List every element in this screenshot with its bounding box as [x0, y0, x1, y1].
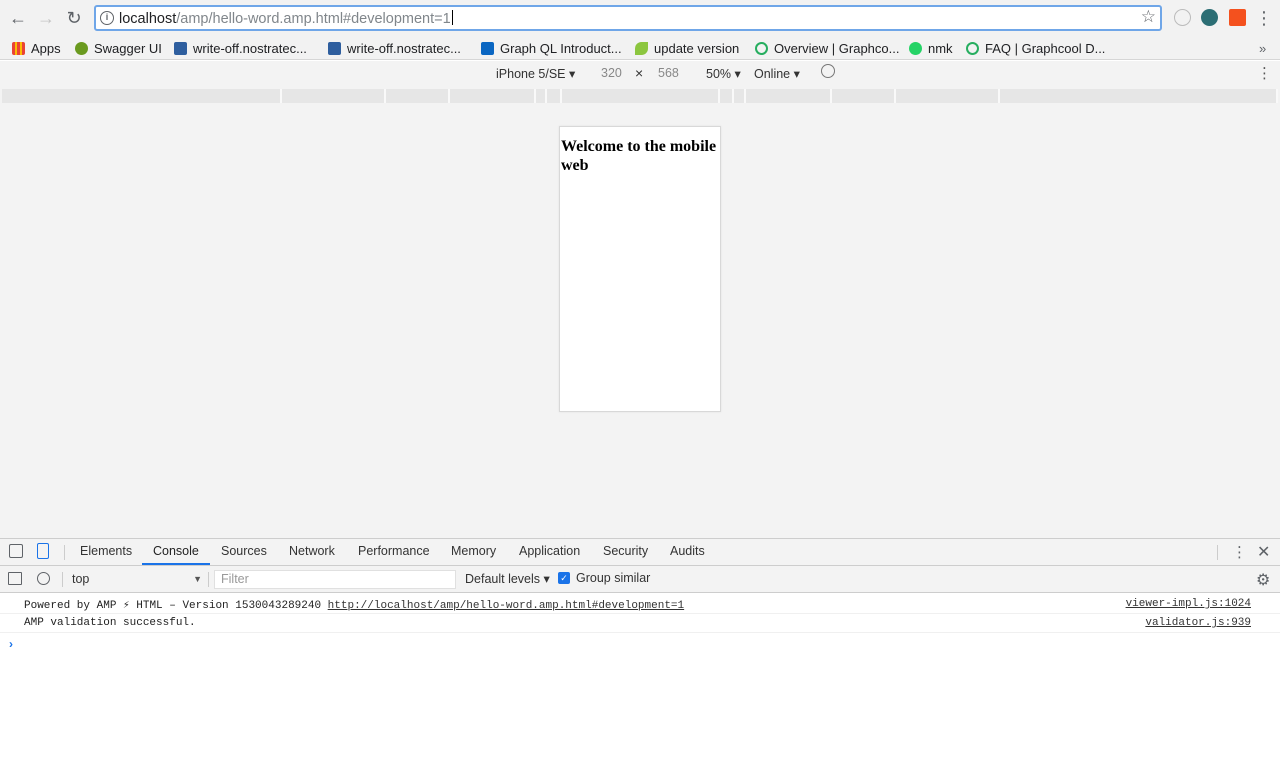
tab-performance[interactable]: Performance	[358, 544, 430, 558]
forward-icon[interactable]: →	[34, 6, 58, 30]
sidebar-toggle-icon[interactable]	[8, 572, 22, 585]
devtools-tab-bar: Elements Console Sources Network Perform…	[0, 539, 1280, 566]
context-select[interactable]: top ▼	[66, 570, 206, 588]
site-info-icon[interactable]: i	[100, 11, 114, 25]
graphcool-icon	[755, 41, 768, 55]
bookmark-graphql[interactable]: Graph QL Introduct...	[481, 39, 622, 57]
bookmark-faq-graphcool[interactable]: FAQ | Graphcool D...	[966, 39, 1105, 57]
network-throttle-select[interactable]: Online ▾	[754, 66, 800, 81]
log-url-link[interactable]: http://localhost/amp/hello-word.amp.html…	[328, 600, 684, 612]
bookmark-apps[interactable]: Apps	[12, 39, 61, 57]
device-select[interactable]: iPhone 5/SE ▾	[496, 66, 575, 81]
bookmarks-bar: Apps Swagger UI write-off.nostratec... w…	[0, 36, 1280, 60]
device-viewport-area: Welcome to the mobile web	[0, 105, 1280, 538]
zoom-select[interactable]: 50% ▾	[706, 66, 741, 81]
bookmark-nmk[interactable]: nmk	[909, 39, 953, 57]
viewport-height-input[interactable]: 568	[658, 66, 679, 80]
swagger-icon	[75, 41, 88, 55]
back-icon[interactable]: ←	[6, 6, 30, 30]
rotate-icon[interactable]	[821, 64, 835, 78]
tab-elements[interactable]: Elements	[80, 544, 132, 558]
reload-icon[interactable]: ↻	[62, 6, 86, 30]
bookmark-star-icon[interactable]: ☆	[1141, 7, 1156, 27]
log-source-link[interactable]: validator.js:939	[1145, 617, 1251, 629]
console-prompt-icon[interactable]: ›	[9, 637, 13, 651]
bookmark-update-version[interactable]: update version	[635, 39, 739, 57]
bookmark-favicon-icon	[328, 41, 341, 55]
bookmark-favicon-icon	[174, 41, 187, 55]
tab-audits[interactable]: Audits	[670, 544, 705, 558]
devtools-menu-icon[interactable]: ⋮	[1232, 543, 1247, 561]
bookmark-swagger[interactable]: Swagger UI	[75, 39, 162, 57]
graphcool-icon	[966, 41, 979, 55]
console-message: AMP validation successful. validator.js:…	[0, 614, 1280, 633]
console-settings-gear-icon[interactable]: ⚙	[1256, 570, 1270, 590]
bookmark-write-off-1[interactable]: write-off.nostratec...	[174, 39, 307, 57]
tab-console[interactable]: Console	[153, 544, 199, 558]
tab-security[interactable]: Security	[603, 544, 648, 558]
clear-console-icon[interactable]	[37, 572, 50, 585]
device-viewport[interactable]: Welcome to the mobile web	[559, 126, 721, 412]
page-heading: Welcome to the mobile web	[561, 138, 717, 174]
browser-toolbar: ← → ↻ i localhost/amp/hello-word.amp.htm…	[0, 0, 1280, 36]
console-toolbar: top ▼ Filter Default levels ▾ ✓ Group sim…	[0, 566, 1280, 593]
device-toolbar-menu-icon[interactable]: ⋮	[1257, 64, 1272, 82]
bookmark-write-off-2[interactable]: write-off.nostratec...	[328, 39, 461, 57]
log-source-link[interactable]: viewer-impl.js:1024	[1126, 598, 1251, 610]
extension-icon[interactable]	[1229, 9, 1246, 26]
linkedin-icon	[481, 41, 494, 55]
apps-grid-icon	[12, 41, 25, 55]
tab-application[interactable]: Application	[519, 544, 580, 558]
whatsapp-icon	[909, 41, 922, 55]
console-message: Powered by AMP ⚡ HTML – Version 15300432…	[0, 595, 1280, 614]
media-query-bar[interactable]	[0, 87, 1280, 105]
group-similar-toggle[interactable]: ✓ Group similar	[558, 571, 650, 585]
console-filter-input[interactable]: Filter	[214, 570, 456, 589]
leaf-icon	[635, 41, 648, 55]
inspect-element-icon[interactable]	[9, 544, 23, 558]
extension-icon[interactable]	[1174, 9, 1191, 26]
devtools-panel: Elements Console Sources Network Perform…	[0, 538, 1280, 763]
extension-icon[interactable]	[1201, 9, 1218, 26]
url-text[interactable]: localhost/amp/hello-word.amp.html#develo…	[119, 10, 453, 27]
log-levels-select[interactable]: Default levels ▾	[465, 571, 550, 586]
tab-network[interactable]: Network	[289, 544, 335, 558]
dimension-times-icon: ×	[635, 65, 644, 81]
tab-sources[interactable]: Sources	[221, 544, 267, 558]
chrome-menu-icon[interactable]: ⋮	[1252, 6, 1276, 30]
bookmark-overview-graphcool[interactable]: Overview | Graphco...	[755, 39, 899, 57]
viewport-width-input[interactable]: 320	[601, 66, 622, 80]
close-devtools-icon[interactable]: ✕	[1257, 542, 1270, 562]
address-bar[interactable]: i localhost/amp/hello-word.amp.html#deve…	[94, 5, 1162, 31]
checkbox-checked-icon[interactable]: ✓	[558, 572, 570, 584]
tab-memory[interactable]: Memory	[451, 544, 496, 558]
bookmarks-overflow-icon[interactable]: »	[1259, 39, 1266, 57]
device-toggle-icon[interactable]	[37, 543, 49, 559]
device-toolbar: iPhone 5/SE ▾ 320 × 568 50% ▾ Online ▾ ⋮	[0, 61, 1280, 87]
